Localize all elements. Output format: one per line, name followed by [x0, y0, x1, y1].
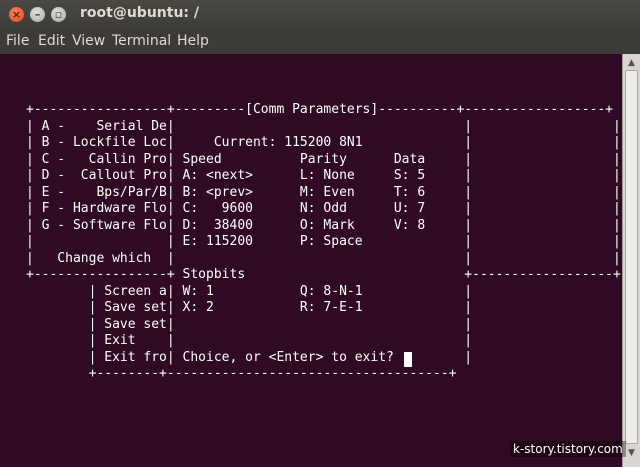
watermark: k-story.tistory.com: [510, 441, 626, 457]
menu-terminal[interactable]: Terminal: [112, 33, 171, 49]
scrollbar-thumb[interactable]: [625, 70, 638, 444]
title-bar: × – ▫ root@ubuntu: /: [0, 0, 640, 30]
close-icon: ×: [11, 8, 22, 21]
terminal-line: | C - Callin Pro| Speed Parity Data | |: [26, 151, 621, 167]
terminal-line: | A - Serial De| | |: [26, 118, 621, 134]
menu-file[interactable]: File: [6, 33, 29, 49]
maximize-window-button[interactable]: ▫: [51, 7, 66, 22]
menu-help[interactable]: Help: [177, 33, 209, 49]
menu-edit[interactable]: Edit: [38, 33, 65, 49]
terminal-line: | D - Callout Pro| A: <next> L: None S: …: [26, 168, 621, 183]
terminal-line: | B - Lockfile Loc| Current: 115200 8N1 …: [26, 135, 621, 150]
terminal-line: | Screen a| W: 1 Q: 8-N-1 |: [26, 283, 473, 299]
terminal-screen[interactable]: +-----------------+---------[Comm Parame…: [26, 102, 621, 383]
terminal-line: +--------+------------------------------…: [26, 366, 457, 381]
close-window-button[interactable]: ×: [9, 7, 24, 22]
terminal-line: | | E: 115200 P: Space | |: [26, 234, 621, 249]
terminal-line: | F - Hardware Flo| C: 9600 N: Odd U: 7 …: [26, 201, 621, 216]
terminal-scrollbar[interactable]: ▲ ▼: [622, 54, 640, 467]
terminal-line: +-----------------+ Stopbits +----------…: [26, 267, 621, 282]
menu-bar: File Edit View Terminal Help: [0, 30, 640, 54]
terminal-line: | Save set| |: [26, 316, 473, 332]
terminal-line: | E - Bps/Par/B| B: <prev> M: Even T: 6 …: [26, 184, 621, 200]
minimize-window-button[interactable]: –: [30, 7, 45, 22]
terminal-line: | G - Software Flo| D: 38400 O: Mark V: …: [26, 217, 621, 233]
terminal-line: | Change which | | |: [26, 250, 621, 266]
scroll-down-arrow-icon[interactable]: ▼: [625, 446, 638, 460]
window-title: root@ubuntu: /: [80, 5, 199, 21]
terminal-line: | Exit | |: [26, 333, 473, 348]
scroll-up-arrow-icon[interactable]: ▲: [625, 56, 638, 70]
terminal-line: +-----------------+---------[Comm Parame…: [26, 102, 613, 117]
terminal-line: | Save set| X: 2 R: 7-E-1 |: [26, 300, 473, 315]
maximize-icon: ▫: [54, 8, 63, 21]
minimize-icon: –: [34, 8, 41, 21]
text-cursor: [404, 352, 412, 367]
menu-view[interactable]: View: [72, 33, 105, 49]
